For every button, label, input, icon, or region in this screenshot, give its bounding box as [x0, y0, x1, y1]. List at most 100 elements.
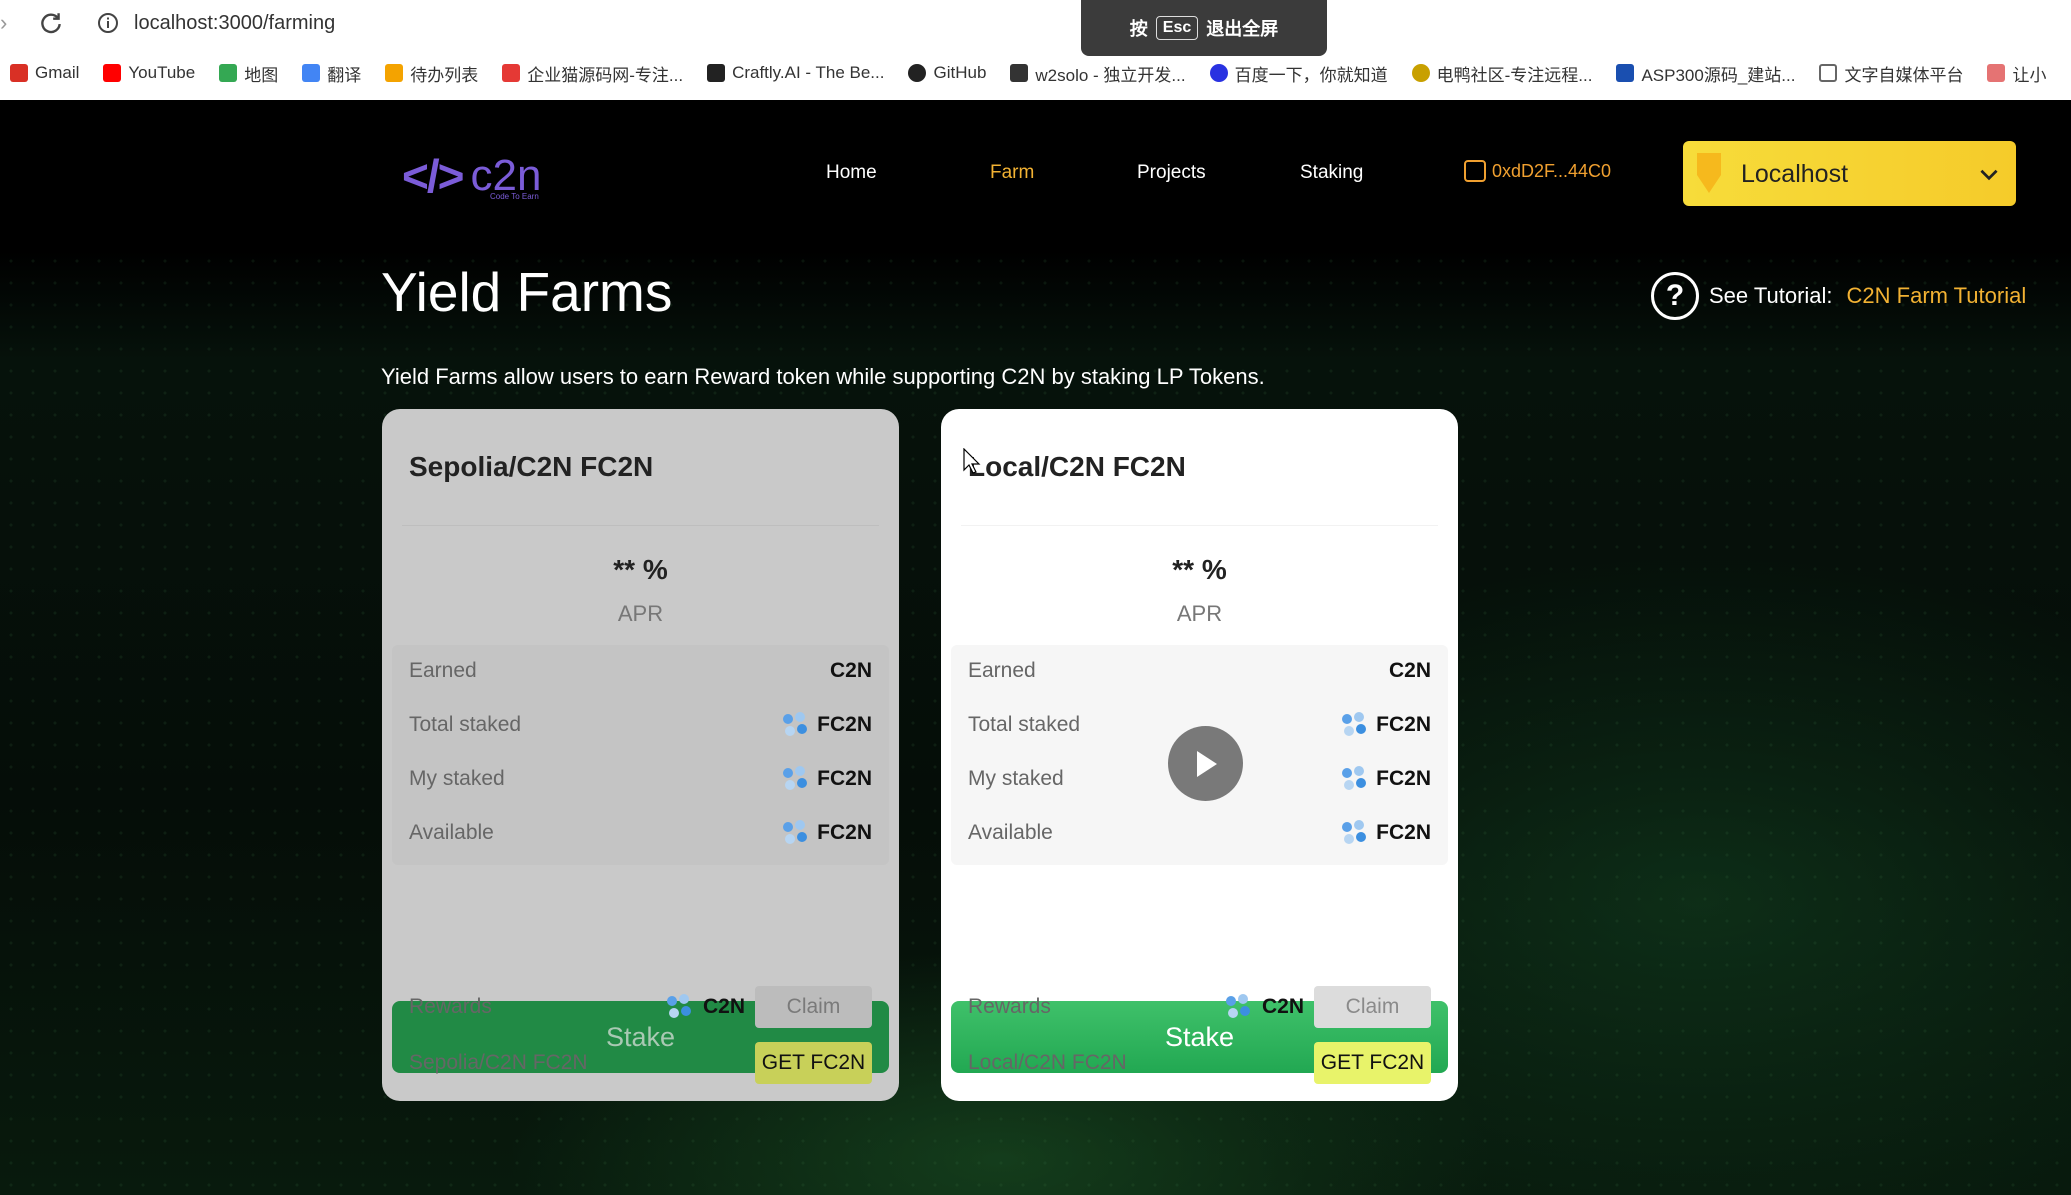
mouse-cursor-icon — [963, 448, 981, 474]
fullscreen-toast: 按 Esc 退出全屏 — [1081, 0, 1327, 56]
my-staked-label: My staked — [409, 767, 505, 790]
bookmark-label: Craftly.AI - The Be... — [732, 63, 885, 82]
bookmark-label: 电鸭社区-专注远程... — [1436, 65, 1593, 85]
bookmark-baidu[interactable]: 百度一下，你就知道 — [1209, 61, 1388, 86]
paw-icon — [1209, 64, 1228, 82]
nav-farm[interactable]: Farm — [990, 161, 1034, 185]
available-row: Available FC2N — [968, 815, 1431, 851]
my-staked-value: FC2N — [817, 767, 872, 790]
code-brackets-icon: </> — [402, 150, 464, 202]
claim-button[interactable]: Claim — [755, 986, 872, 1028]
bookmark-github[interactable]: GitHub — [908, 63, 986, 83]
bookmark-label: ASP300源码_建站... — [1641, 65, 1796, 85]
bookmark-asp300[interactable]: ASP300源码_建站... — [1616, 61, 1795, 86]
tutorial-link[interactable]: C2N Farm Tutorial — [1847, 283, 2027, 309]
total-staked-label: Total staked — [409, 713, 522, 736]
site-info-icon[interactable] — [96, 11, 120, 35]
bookmark-folder-media[interactable]: 文字自媒体平台 — [1819, 61, 1963, 86]
youtube-icon — [103, 64, 122, 82]
tutorial-label: See Tutorial: — [1709, 283, 1833, 308]
get-fc2n-button[interactable]: GET FC2N — [755, 1042, 872, 1084]
get-fc2n-button[interactable]: GET FC2N — [1314, 1042, 1431, 1084]
bookmark-w2solo[interactable]: w2solo - 独立开发... — [1010, 61, 1186, 86]
token-icon — [1225, 994, 1252, 1020]
rewards-label: Rewards — [409, 995, 492, 1018]
duck-icon — [1411, 64, 1430, 82]
wallet-icon — [1464, 160, 1486, 182]
bookmark-eleduck[interactable]: 电鸭社区-专注远程... — [1411, 61, 1593, 86]
earned-label: Earned — [409, 659, 477, 682]
bookmark-maps[interactable]: 地图 — [219, 61, 278, 86]
bookmarks-bar: Gmail YouTube 地图 翻译 待办列表 企业猫源码网-专注... Cr… — [0, 54, 2071, 92]
total-staked-value: FC2N — [817, 713, 872, 736]
bookmark-label: 文字自媒体平台 — [1844, 65, 1964, 85]
nav-projects[interactable]: Projects — [1137, 161, 1206, 185]
craftly-icon — [707, 64, 726, 82]
my-staked-row: My staked FC2N — [409, 761, 872, 797]
token-icon — [1342, 766, 1368, 792]
network-label: Localhost — [1741, 160, 1849, 188]
bookmark-gmail[interactable]: Gmail — [10, 63, 79, 83]
total-staked-row: Total staked FC2N — [409, 707, 872, 743]
available-label: Available — [409, 821, 494, 844]
claim-button[interactable]: Claim — [1314, 986, 1431, 1028]
url-text[interactable]: localhost:3000/farming — [134, 10, 335, 36]
browser-chrome: › localhost:3000/farming 按 Esc 退出全屏 Gmai… — [0, 0, 2071, 100]
earned-value: C2N — [1388, 659, 1431, 682]
token-icon — [783, 712, 809, 738]
farm-stats: Earned C2N Total staked FC2N My staked F… — [392, 645, 889, 865]
bookmark-icon — [1987, 64, 2006, 82]
bookmark-label: 让小 — [2012, 65, 2047, 85]
wallet-address-button[interactable]: 0xdD2F...44C0 — [1464, 160, 1611, 182]
available-value: FC2N — [1376, 821, 1431, 844]
token-icon — [783, 766, 809, 792]
earned-row: Earned C2N — [409, 653, 872, 689]
available-label: Available — [968, 821, 1053, 844]
bookmark-craftly[interactable]: Craftly.AI - The Be... — [707, 63, 884, 83]
farm-page: </> c2n Code To Earn Home Farm Projects … — [0, 100, 2071, 1195]
translate-icon — [302, 64, 321, 82]
pair-label: Local/C2N FC2N — [968, 1051, 1127, 1074]
forward-arrow-icon[interactable]: › — [0, 12, 14, 34]
my-staked-value: FC2N — [1376, 767, 1431, 790]
house-icon — [385, 64, 404, 82]
bookmark-translate[interactable]: 翻译 — [302, 61, 361, 86]
pair-row: Local/C2N FC2N GET FC2N — [968, 1041, 1431, 1085]
earned-label: Earned — [968, 659, 1036, 682]
network-badge-icon — [1697, 153, 1721, 193]
rewards-row: Rewards C2N Claim — [968, 985, 1431, 1029]
tutorial-link-group: ? See Tutorial: C2N Farm Tutorial — [1651, 272, 2026, 320]
logo-subtext: Code To Earn — [490, 192, 539, 201]
help-icon: ? — [1651, 272, 1699, 320]
play-triangle-icon — [1196, 750, 1217, 777]
apr-value: ** % — [613, 554, 668, 585]
esc-key-badge: Esc — [1155, 16, 1199, 40]
c2n-logo[interactable]: </> c2n Code To Earn — [402, 146, 562, 206]
bookmark-youtube[interactable]: YouTube — [103, 63, 195, 83]
page-description: Yield Farms allow users to earn Reward t… — [381, 364, 1265, 389]
nav-staking[interactable]: Staking — [1300, 161, 1363, 185]
wallet-address: 0xdD2F...44C0 — [1492, 160, 1612, 181]
apr-value: ** % — [1172, 554, 1227, 585]
pair-row: Sepolia/C2N FC2N GET FC2N — [409, 1041, 872, 1085]
rewards-row: Rewards C2N Claim — [409, 985, 872, 1029]
bookmark-label: 企业猫源码网-专注... — [527, 65, 684, 85]
play-icon[interactable] — [1168, 726, 1243, 801]
bookmark-overflow[interactable]: 让小 — [1987, 61, 2046, 86]
bookmark-label: YouTube — [128, 63, 196, 82]
bookmark-todo[interactable]: 待办列表 — [385, 61, 478, 86]
bookmark-qymao[interactable]: 企业猫源码网-专注... — [502, 61, 683, 86]
address-bar: › localhost:3000/farming — [0, 0, 2071, 46]
token-icon — [1342, 820, 1368, 846]
rewards-token: C2N — [702, 995, 745, 1018]
nav-home[interactable]: Home — [826, 161, 877, 185]
fullscreen-toast-prefix: 按 — [1129, 19, 1148, 39]
farm-name: Local/C2N FC2N — [968, 451, 1186, 482]
my-staked-label: My staked — [968, 767, 1064, 790]
bookmark-label: 百度一下，你就知道 — [1234, 65, 1388, 85]
reload-icon[interactable] — [38, 10, 64, 36]
rewards-token: C2N — [1261, 995, 1304, 1018]
token-icon — [1342, 712, 1368, 738]
total-staked-value: FC2N — [1376, 713, 1431, 736]
network-selector[interactable]: Localhost — [1683, 141, 2016, 206]
